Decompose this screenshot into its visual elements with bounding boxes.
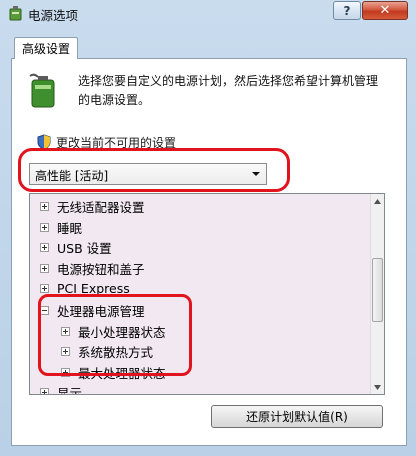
expand-icon[interactable] xyxy=(40,283,49,293)
restore-button-label: 还原计划默认值(R) xyxy=(246,410,348,424)
expand-icon[interactable] xyxy=(40,242,49,252)
scroll-down-icon xyxy=(374,384,381,390)
tree-item[interactable]: USB 设置 xyxy=(40,237,112,257)
description-line-2: 的电源设置。 xyxy=(78,93,151,107)
power-options-window: 电源选项 ? ✕ 高级设置 选择您要自定义的电源计划，然后选择您希望计算机管理 … xyxy=(0,0,416,456)
tree-item-label: 最小处理器状态 xyxy=(78,324,166,340)
tree-item-label: 无线适配器设置 xyxy=(57,199,145,215)
description-text: 选择您要自定义的电源计划，然后选择您希望计算机管理 的电源设置。 xyxy=(78,72,398,110)
expand-icon[interactable] xyxy=(61,326,70,336)
scroll-thumb[interactable] xyxy=(372,258,383,322)
expand-icon[interactable] xyxy=(61,346,70,356)
close-button[interactable]: ✕ xyxy=(362,1,408,20)
tab-label: 高级设置 xyxy=(21,42,70,56)
battery-power-icon xyxy=(29,73,55,108)
change-unavailable-settings-link[interactable]: 更改当前不可用的设置 xyxy=(56,134,176,151)
help-icon: ? xyxy=(343,3,351,18)
tree-item[interactable]: 无线适配器设置 xyxy=(40,196,145,216)
tree-item-label: 电源按钮和盖子 xyxy=(57,261,145,277)
scroll-up-icon xyxy=(374,198,381,204)
tree-item[interactable]: 显示 xyxy=(40,382,83,395)
tree-item[interactable]: 最大处理器状态 xyxy=(61,362,166,382)
expand-icon[interactable] xyxy=(40,263,49,273)
tree-item-label: USB 设置 xyxy=(57,240,112,256)
expand-icon[interactable] xyxy=(61,367,70,377)
settings-tree-list: 无线适配器设置 睡眠 USB 设置电源按钮和盖子 PCI Express 处理器电源管理… xyxy=(30,194,371,394)
tree-item[interactable]: PCI Express xyxy=(40,278,130,298)
tree-item-label: PCI Express xyxy=(57,280,130,296)
collapse-icon[interactable] xyxy=(40,305,49,315)
shield-icon xyxy=(37,134,51,150)
tree-item[interactable]: 睡眠 xyxy=(40,217,82,237)
description-line-1: 选择您要自定义的电源计划，然后选择您希望计算机管理 xyxy=(78,74,379,88)
tree-item[interactable]: 最小处理器状态 xyxy=(61,321,166,341)
tree-item[interactable]: 处理器电源管理 xyxy=(40,300,145,320)
settings-tree[interactable]: 无线适配器设置 睡眠 USB 设置电源按钮和盖子 PCI Express 处理器电源管理… xyxy=(29,193,385,395)
tree-item-label: 系统散热方式 xyxy=(78,344,154,360)
title-bar[interactable]: 电源选项 ? ✕ xyxy=(0,0,416,26)
window-title: 电源选项 xyxy=(28,8,79,23)
scroll-down-button[interactable] xyxy=(371,380,384,394)
chevron-down-icon xyxy=(252,172,260,176)
close-icon: ✕ xyxy=(379,3,391,18)
help-button[interactable]: ? xyxy=(333,1,361,20)
tree-item-label: 睡眠 xyxy=(57,220,83,236)
tree-item[interactable]: 电源按钮和盖子 xyxy=(40,258,145,278)
power-plan-value: 高性能 [活动] xyxy=(35,169,109,183)
expand-icon[interactable] xyxy=(40,387,49,394)
power-plan-select[interactable]: 高性能 [活动] xyxy=(29,163,267,185)
tree-item[interactable]: 系统散热方式 xyxy=(61,341,153,361)
tree-item-label: 显示 xyxy=(57,385,83,395)
tree-item-label: 处理器电源管理 xyxy=(57,303,145,319)
scroll-up-button[interactable] xyxy=(371,194,384,208)
restore-plan-defaults-button[interactable]: 还原计划默认值(R) xyxy=(211,405,383,428)
tree-scrollbar[interactable] xyxy=(370,194,384,394)
power-options-icon xyxy=(9,6,22,21)
tree-item-label: 最大处理器状态 xyxy=(78,365,166,381)
expand-icon[interactable] xyxy=(40,222,49,232)
tab-advanced-settings[interactable]: 高级设置 xyxy=(14,37,78,59)
expand-icon[interactable] xyxy=(40,201,49,211)
